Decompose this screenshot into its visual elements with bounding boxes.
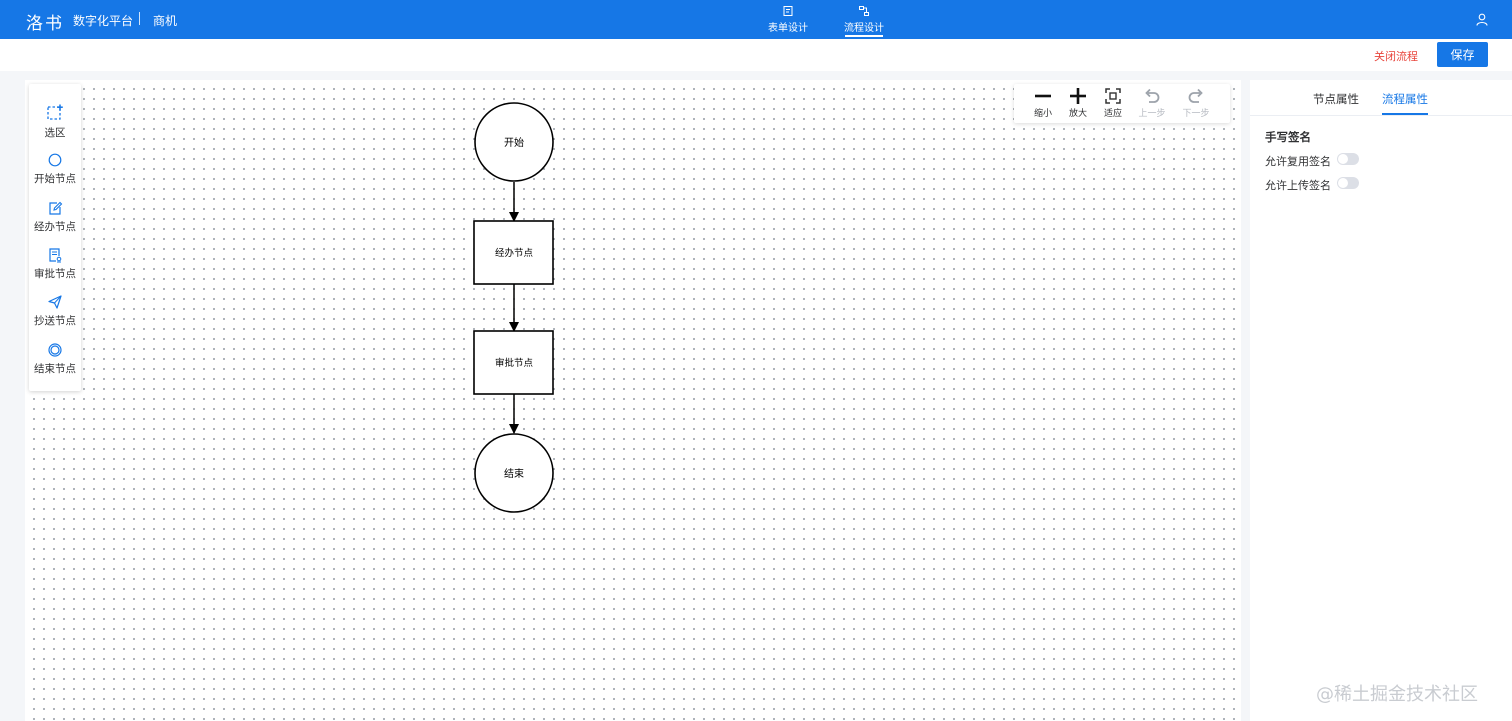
node-palette: 选区 开始节点 经办节点 审批节点 抄送节点 结束节点 [29, 84, 81, 391]
palette-selection[interactable]: 选区 [29, 104, 81, 148]
tab-flow-design-label: 流程设计 [844, 23, 884, 34]
user-icon[interactable] [1476, 13, 1488, 26]
zoom-out-label: 缩小 [1033, 109, 1052, 119]
undo-icon [1145, 88, 1160, 103]
tab-flow-design[interactable]: 流程设计 [834, 5, 894, 37]
fit-view-label: 适应 [1103, 109, 1122, 119]
active-tab-underline [845, 35, 883, 37]
handle-node[interactable]: 经办节点 [473, 220, 554, 285]
tab-flow-properties[interactable]: 流程属性 [1382, 91, 1428, 115]
zoom-in-button[interactable]: 放大 [1062, 87, 1094, 121]
approve-node-label: 审批节点 [495, 357, 534, 369]
palette-selection-label: 选区 [44, 127, 66, 139]
plus-icon [1070, 88, 1086, 104]
handle-node-label: 经办节点 [495, 247, 534, 259]
platform-name: 数字化平台 [73, 14, 134, 28]
fit-icon [1105, 88, 1121, 104]
minus-icon [1035, 94, 1051, 98]
tab-flow-properties-label: 流程属性 [1382, 92, 1428, 106]
start-node[interactable]: 开始 [474, 102, 554, 182]
flow-icon [859, 6, 869, 16]
palette-end-node-label: 结束节点 [34, 363, 76, 375]
allow-reuse-signature-toggle[interactable] [1337, 153, 1359, 165]
zoom-out-button[interactable]: 缩小 [1027, 87, 1059, 121]
circle-icon [48, 153, 62, 167]
allow-upload-signature-label: 允许上传签名 [1265, 179, 1331, 192]
approve-icon [49, 248, 62, 263]
tab-form-design-label: 表单设计 [768, 23, 808, 34]
start-node-label: 开始 [504, 136, 524, 149]
end-circle-icon [48, 343, 62, 357]
undo-label: 上一步 [1138, 109, 1166, 119]
panel-divider [1250, 115, 1512, 116]
allow-upload-signature-toggle[interactable] [1337, 177, 1359, 189]
close-flow-button[interactable]: 关闭流程 [1374, 48, 1418, 64]
selection-icon [47, 104, 63, 120]
flow-canvas[interactable] [25, 80, 1241, 721]
redo-button[interactable]: 下一步 [1180, 87, 1212, 121]
end-node[interactable]: 结束 [474, 433, 554, 513]
redo-icon [1188, 88, 1203, 103]
tab-node-properties[interactable]: 节点属性 [1313, 91, 1359, 107]
tab-form-design[interactable]: 表单设计 [758, 5, 818, 37]
form-icon [783, 6, 793, 16]
zoom-in-label: 放大 [1068, 109, 1087, 119]
end-node-label: 结束 [504, 467, 524, 480]
undo-button[interactable]: 上一步 [1136, 87, 1168, 121]
fit-view-button[interactable]: 适应 [1097, 87, 1129, 121]
top-header: 洛书 数字化平台 商机 表单设计 流程设计 [0, 0, 1512, 39]
palette-start-node[interactable]: 开始节点 [29, 152, 81, 196]
brand-logo[interactable]: 洛书 [26, 9, 64, 34]
zoom-toolbar: 缩小 放大 适应 上一步 下一步 [1014, 84, 1230, 123]
allow-reuse-signature-label: 允许复用签名 [1265, 155, 1331, 168]
handwritten-signature-title: 手写签名 [1265, 130, 1311, 144]
palette-start-node-label: 开始节点 [34, 173, 76, 185]
palette-handle-node-label: 经办节点 [34, 221, 76, 233]
action-bar: 关闭流程 保存 [0, 39, 1512, 71]
approve-node[interactable]: 审批节点 [473, 330, 554, 395]
save-button[interactable]: 保存 [1437, 42, 1488, 67]
redo-label: 下一步 [1182, 109, 1210, 119]
send-icon [48, 295, 62, 309]
edit-icon [49, 201, 63, 215]
palette-approve-node[interactable]: 审批节点 [29, 247, 81, 291]
module-name: 商机 [153, 14, 178, 28]
properties-panel: 节点属性 流程属性 手写签名 允许复用签名 允许上传签名 [1250, 80, 1512, 721]
palette-approve-node-label: 审批节点 [34, 268, 76, 280]
header-divider [139, 12, 140, 25]
palette-end-node[interactable]: 结束节点 [29, 342, 81, 386]
palette-cc-node-label: 抄送节点 [34, 315, 76, 327]
palette-handle-node[interactable]: 经办节点 [29, 200, 81, 244]
watermark: @稀土掘金技术社区 [1316, 684, 1478, 705]
palette-cc-node[interactable]: 抄送节点 [29, 294, 81, 338]
